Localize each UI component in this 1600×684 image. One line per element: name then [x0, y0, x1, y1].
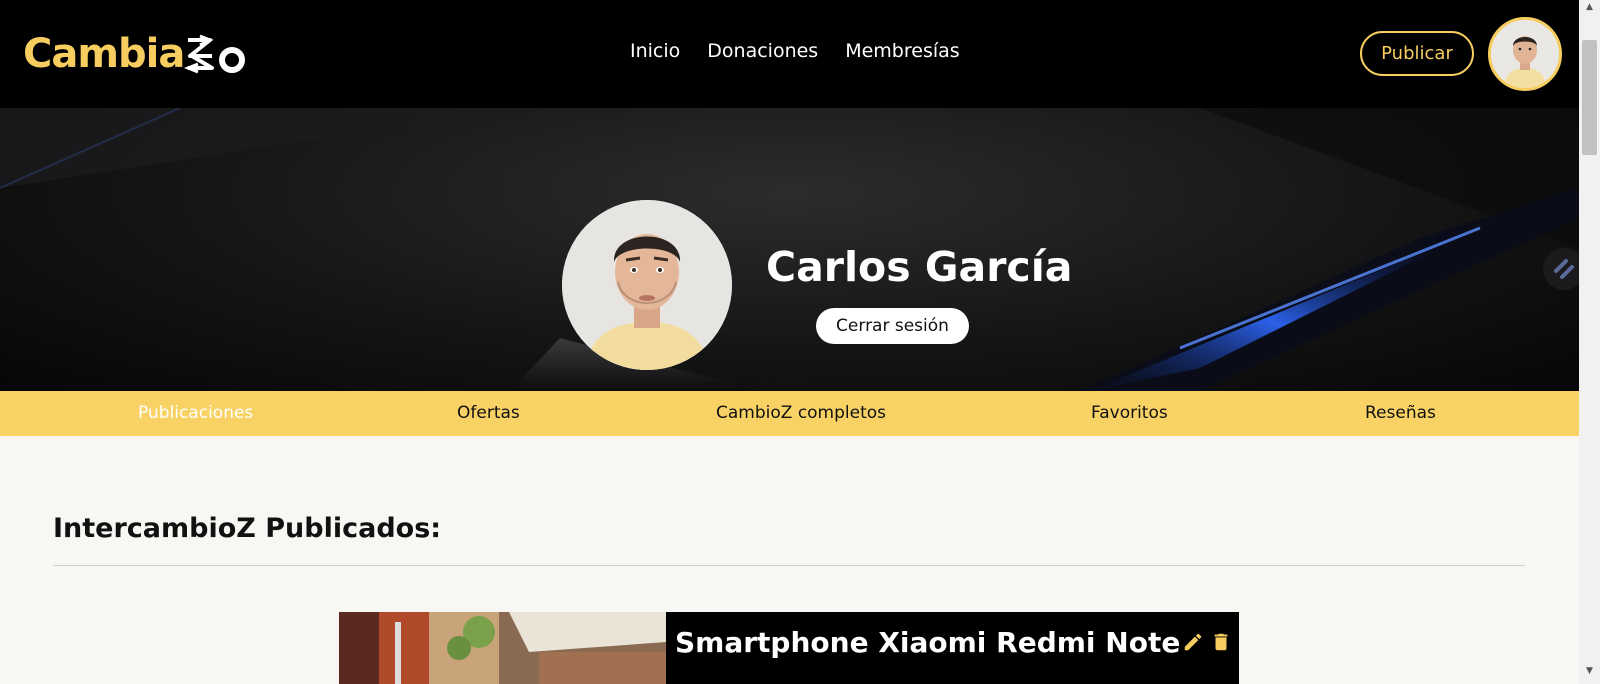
scroll-down-arrow-icon[interactable]: ▼ [1579, 666, 1600, 682]
main-nav: Inicio Donaciones Membresías [630, 40, 960, 62]
product-photo [339, 612, 666, 684]
logo-text: Cambia [23, 31, 185, 77]
profile-banner: Carlos García Cerrar sesión [0, 108, 1579, 391]
publication-card[interactable]: Smartphone Xiaomi Redmi Note [339, 612, 1239, 684]
nav-donaciones[interactable]: Donaciones [707, 40, 818, 62]
trash-icon[interactable] [1210, 631, 1232, 653]
card-title: Smartphone Xiaomi Redmi Note [675, 626, 1181, 659]
tab-publicaciones[interactable]: Publicaciones [138, 403, 253, 423]
section-divider [53, 565, 1525, 566]
page-scrollbar[interactable]: ▲ ▼ [1579, 0, 1600, 684]
cambiazo-logo[interactable]: Cambia [23, 32, 248, 76]
tab-cambioz-completos[interactable]: CambioZ completos [716, 403, 886, 423]
user-avatar[interactable] [1488, 17, 1562, 91]
logo-swap-mark-icon [184, 34, 246, 74]
profile-name: Carlos García [766, 243, 1073, 291]
pencil-icon[interactable] [1182, 631, 1204, 653]
card-actions [1182, 631, 1232, 653]
nav-membresias[interactable]: Membresías [845, 40, 959, 62]
tab-resenas[interactable]: Reseñas [1365, 403, 1436, 423]
tab-ofertas[interactable]: Ofertas [457, 403, 520, 423]
section-title: IntercambioZ Publicados: [53, 513, 442, 544]
product-image [339, 612, 666, 684]
avatar-photo [1491, 20, 1559, 88]
profile-avatar [562, 200, 732, 370]
logout-button[interactable]: Cerrar sesión [816, 308, 969, 344]
profile-tabs: Publicaciones Ofertas CambioZ completos … [0, 391, 1579, 436]
tab-favoritos[interactable]: Favoritos [1091, 403, 1168, 423]
swap-icon [1554, 259, 1574, 279]
nav-inicio[interactable]: Inicio [630, 40, 680, 62]
top-navbar: Cambia Inicio Donaciones Membresías Publ… [0, 0, 1579, 108]
publish-button[interactable]: Publicar [1360, 31, 1474, 76]
scroll-thumb[interactable] [1582, 40, 1597, 155]
floating-swap-button[interactable] [1543, 248, 1579, 290]
profile-photo [562, 200, 732, 370]
scroll-up-arrow-icon[interactable]: ▲ [1579, 2, 1600, 18]
